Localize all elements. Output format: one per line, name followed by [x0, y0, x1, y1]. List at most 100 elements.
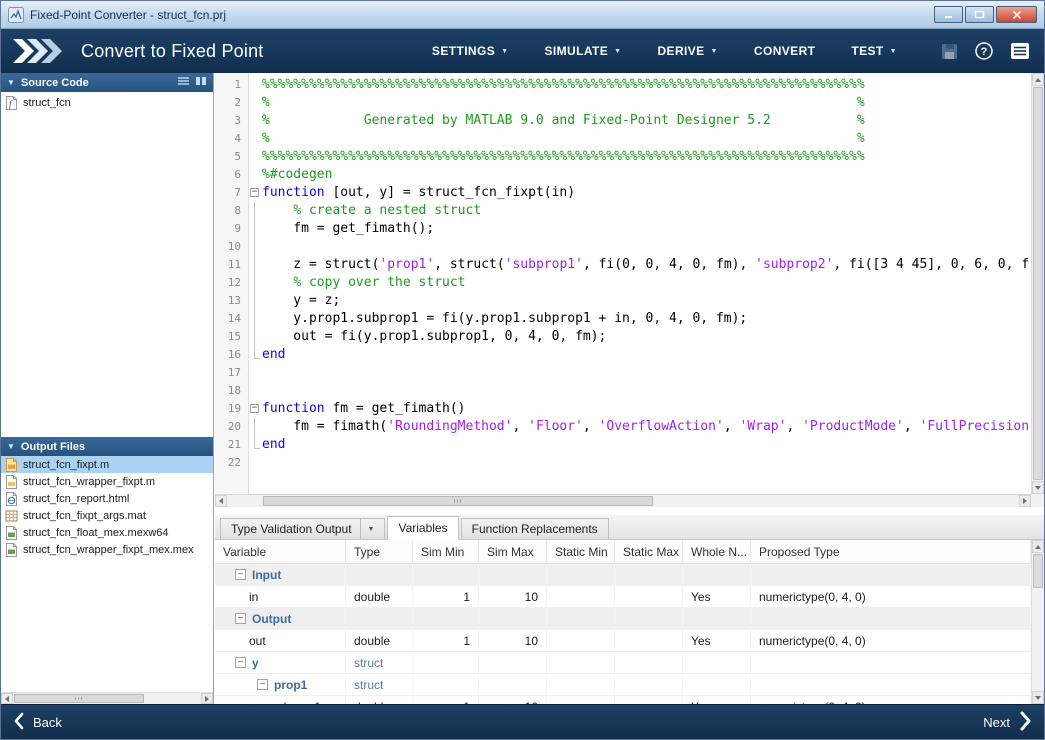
list-view-icon[interactable]: [177, 76, 190, 89]
minimize-button[interactable]: [934, 6, 963, 23]
code-text[interactable]: end: [262, 346, 1031, 364]
scroll-track[interactable]: [1032, 553, 1044, 691]
collapse-toggle-icon[interactable]: −: [235, 657, 246, 668]
code-text[interactable]: y.prop1.subprop1 = fi(y.prop1.subprop1 +…: [262, 310, 1031, 328]
fold-column: [248, 454, 262, 472]
scroll-track[interactable]: [1032, 86, 1044, 481]
code-text[interactable]: fm = get_fimath();: [262, 220, 1031, 238]
tab-variables[interactable]: Variables: [387, 516, 458, 540]
source-code-header[interactable]: ▼ Source Code: [1, 73, 213, 92]
title-bar[interactable]: Fixed-Point Converter - struct_fcn.prj: [1, 1, 1044, 29]
editor-v-scrollbar[interactable]: [1031, 73, 1044, 494]
scroll-right-icon[interactable]: [201, 693, 213, 704]
line-number: 10: [215, 238, 248, 256]
back-button[interactable]: Back: [13, 712, 62, 733]
table-v-scrollbar[interactable]: [1031, 540, 1044, 704]
column-header[interactable]: Sim Min: [413, 540, 479, 563]
output-file-item[interactable]: struct_fcn_fixpt_args.mat: [1, 507, 213, 524]
menu-test[interactable]: TEST▼: [851, 44, 897, 58]
code-text[interactable]: [262, 454, 1031, 472]
scroll-thumb[interactable]: [263, 496, 653, 506]
code-text[interactable]: end: [262, 436, 1031, 454]
code-editor[interactable]: 1%%%%%%%%%%%%%%%%%%%%%%%%%%%%%%%%%%%%%%%…: [215, 73, 1044, 494]
scroll-left-icon[interactable]: [1, 693, 13, 704]
table-group-row[interactable]: −prop1struct: [215, 674, 1031, 696]
column-header[interactable]: Proposed Type: [751, 540, 1031, 563]
output-file-item[interactable]: struct_fcn_wrapper_fixpt.m: [1, 473, 213, 490]
code-text[interactable]: function [out, y] = struct_fcn_fixpt(in): [262, 184, 1031, 202]
code-text[interactable]: function fm = get_fimath(): [262, 400, 1031, 418]
table-row[interactable]: outdouble110Yesnumerictype(0, 4, 0): [215, 630, 1031, 652]
code-text[interactable]: [262, 364, 1031, 382]
output-file-item[interactable]: struct_fcn_fixpt.m: [1, 456, 213, 473]
scroll-thumb[interactable]: [1033, 87, 1043, 480]
scroll-track[interactable]: [227, 495, 1019, 507]
table-row[interactable]: subprop1double110Yesnumerictype(0, 4, 0): [215, 696, 1031, 704]
table-group-row[interactable]: −Output: [215, 608, 1031, 630]
menu-icon[interactable]: [1010, 42, 1030, 60]
tab-type-validation-output[interactable]: Type Validation Output▼: [220, 518, 385, 539]
code-text[interactable]: fm = fimath('RoundingMethod', 'Floor', '…: [262, 418, 1031, 436]
menu-settings[interactable]: SETTINGS▼: [432, 44, 509, 58]
code-area[interactable]: 1%%%%%%%%%%%%%%%%%%%%%%%%%%%%%%%%%%%%%%%…: [215, 73, 1031, 494]
scroll-down-icon[interactable]: [1032, 691, 1044, 704]
code-text[interactable]: %%%%%%%%%%%%%%%%%%%%%%%%%%%%%%%%%%%%%%%%…: [262, 148, 1031, 166]
collapse-icon[interactable]: −: [250, 404, 259, 413]
scroll-left-icon[interactable]: [215, 495, 227, 507]
code-text[interactable]: [262, 238, 1031, 256]
menu-simulate[interactable]: SIMULATE▼: [544, 44, 621, 58]
output-files-header[interactable]: ▼ Output Files: [1, 437, 213, 456]
code-text[interactable]: % %: [262, 130, 1031, 148]
code-text[interactable]: % copy over the struct: [262, 274, 1031, 292]
scroll-down-icon[interactable]: [1032, 481, 1044, 494]
code-text[interactable]: %#codegen: [262, 166, 1031, 184]
column-header[interactable]: Static Min: [547, 540, 615, 563]
column-header[interactable]: Type: [346, 540, 413, 563]
scroll-thumb[interactable]: [14, 694, 144, 703]
menu-convert[interactable]: CONVERT: [754, 44, 815, 58]
editor-h-scrollbar[interactable]: [215, 494, 1031, 507]
sidebar-h-scrollbar[interactable]: [1, 692, 213, 704]
column-view-icon[interactable]: [195, 76, 207, 89]
column-header[interactable]: Variable: [215, 540, 346, 563]
menu-derive[interactable]: DERIVE▼: [657, 44, 717, 58]
code-text[interactable]: % Generated by MATLAB 9.0 and Fixed-Poin…: [262, 112, 1031, 130]
code-text[interactable]: % %: [262, 94, 1031, 112]
table-group-row[interactable]: −ystruct: [215, 652, 1031, 674]
output-file-item[interactable]: struct_fcn_wrapper_fixpt_mex.mex: [1, 541, 213, 558]
collapse-toggle-icon[interactable]: −: [257, 679, 268, 690]
cell: double: [346, 630, 413, 651]
column-header[interactable]: Whole N...: [683, 540, 751, 563]
maximize-button[interactable]: [965, 6, 994, 23]
scroll-up-icon[interactable]: [1032, 73, 1044, 86]
main-content: 1%%%%%%%%%%%%%%%%%%%%%%%%%%%%%%%%%%%%%%%…: [215, 73, 1044, 704]
source-file-item[interactable]: fstruct_fcn: [1, 94, 213, 111]
code-text[interactable]: out = fi(y.prop1.subprop1, 0, 4, 0, fm);: [262, 328, 1031, 346]
help-icon[interactable]: ?: [974, 41, 994, 61]
column-header[interactable]: Static Max: [615, 540, 683, 563]
table-group-row[interactable]: −Input: [215, 564, 1031, 586]
tab-function-replacements[interactable]: Function Replacements: [461, 518, 609, 539]
line-number: 18: [215, 382, 248, 400]
table-row[interactable]: indouble110Yesnumerictype(0, 4, 0): [215, 586, 1031, 608]
next-button[interactable]: Next: [983, 711, 1032, 734]
code-text[interactable]: y = z;: [262, 292, 1031, 310]
scroll-right-icon[interactable]: [1019, 495, 1031, 507]
code-text[interactable]: z = struct('prop1', struct('subprop1', f…: [262, 256, 1031, 274]
line-number: 13: [215, 292, 248, 310]
scroll-thumb[interactable]: [1033, 554, 1043, 588]
column-header[interactable]: Sim Max: [479, 540, 547, 563]
scroll-up-icon[interactable]: [1032, 540, 1044, 553]
collapse-icon[interactable]: −: [250, 188, 259, 197]
collapse-toggle-icon[interactable]: −: [235, 569, 246, 580]
code-text[interactable]: [262, 382, 1031, 400]
cell: [413, 674, 479, 695]
code-text[interactable]: % create a nested struct: [262, 202, 1031, 220]
scroll-track[interactable]: [13, 693, 201, 704]
close-button[interactable]: [996, 6, 1037, 23]
collapse-toggle-icon[interactable]: −: [235, 613, 246, 624]
output-file-item[interactable]: struct_fcn_float_mex.mexw64: [1, 524, 213, 541]
save-icon[interactable]: [941, 43, 958, 60]
output-file-item[interactable]: struct_fcn_report.html: [1, 490, 213, 507]
code-text[interactable]: %%%%%%%%%%%%%%%%%%%%%%%%%%%%%%%%%%%%%%%%…: [262, 76, 1031, 94]
